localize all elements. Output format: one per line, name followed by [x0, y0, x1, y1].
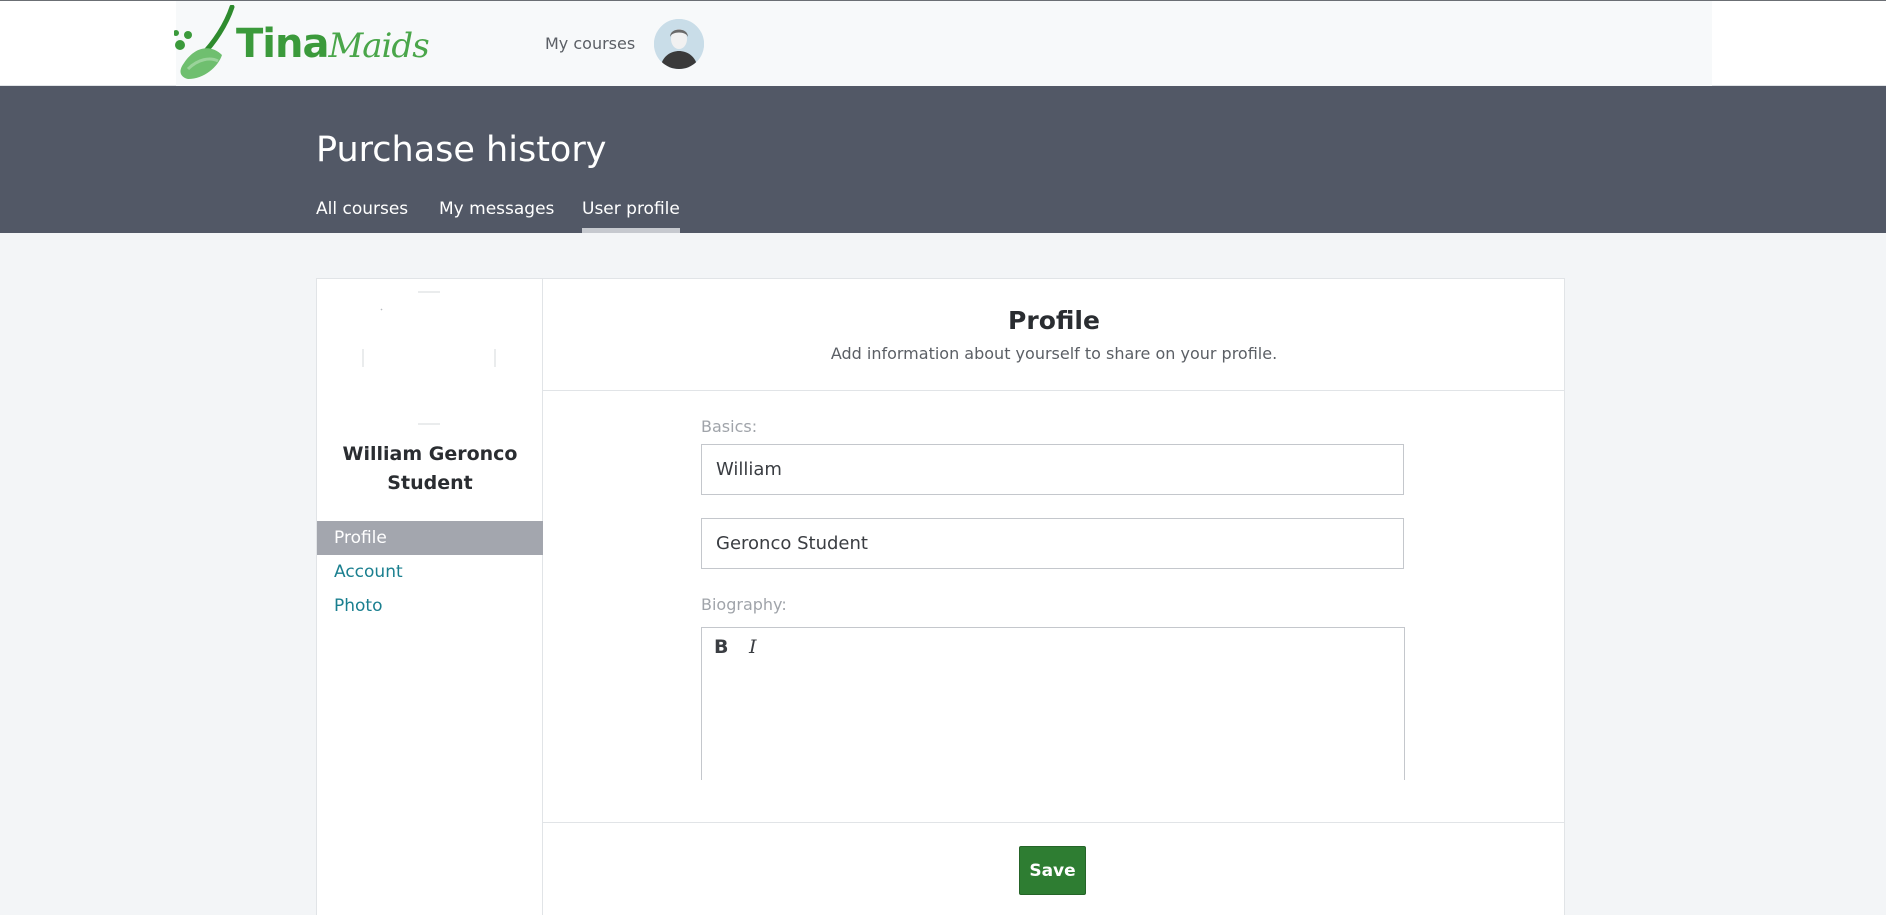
last-name-input[interactable]: Geronco Student — [701, 518, 1404, 569]
nav-my-courses-link[interactable]: My courses — [545, 34, 635, 53]
profile-side-menu: Profile Account Photo — [317, 521, 543, 623]
profile-section-title: Profile — [1008, 306, 1100, 335]
side-menu-account[interactable]: Account — [317, 555, 543, 589]
tab-user-profile[interactable]: User profile — [582, 199, 680, 233]
profile-main: Profile Add information about yourself t… — [543, 279, 1565, 915]
user-avatar-icon — [654, 19, 704, 69]
bold-button[interactable]: B — [714, 636, 728, 658]
basics-label: Basics: — [701, 417, 758, 436]
logo-word-tina: Tina — [236, 21, 329, 67]
biography-label: Biography: — [701, 595, 787, 614]
save-button[interactable]: Save — [1019, 846, 1086, 895]
tab-all-courses[interactable]: All courses — [316, 199, 408, 219]
user-avatar[interactable] — [654, 19, 704, 69]
tab-my-messages[interactable]: My messages — [439, 199, 554, 219]
logo-wordmark: TinaMaids — [236, 21, 430, 67]
profile-user-name: William Geronco Student — [342, 443, 518, 494]
profile-section-header: Profile Add information about yourself t… — [543, 279, 1565, 391]
first-name-input[interactable]: William — [701, 444, 1404, 495]
top-navbar: TinaMaids My courses — [0, 0, 1886, 86]
form-divider — [543, 822, 1565, 823]
profile-photo-placeholder-icon — [362, 291, 496, 425]
side-menu-profile[interactable]: Profile — [317, 521, 543, 555]
profile-section-subtitle: Add information about yourself to share … — [830, 344, 1278, 363]
biography-editor-toolbar: B I — [701, 627, 1405, 667]
logo-word-maids: Maids — [328, 26, 429, 66]
profile-card: William Geronco Student Profile Account … — [316, 278, 1565, 915]
profile-photo — [362, 291, 496, 425]
profile-sidebar: William Geronco Student Profile Account … — [317, 279, 543, 915]
side-menu-photo[interactable]: Photo — [317, 589, 543, 623]
page-header: Purchase history All courses My messages… — [0, 86, 1886, 233]
biography-editor[interactable] — [701, 666, 1405, 780]
italic-button[interactable]: I — [749, 636, 757, 658]
page-title: Purchase history — [316, 130, 607, 170]
